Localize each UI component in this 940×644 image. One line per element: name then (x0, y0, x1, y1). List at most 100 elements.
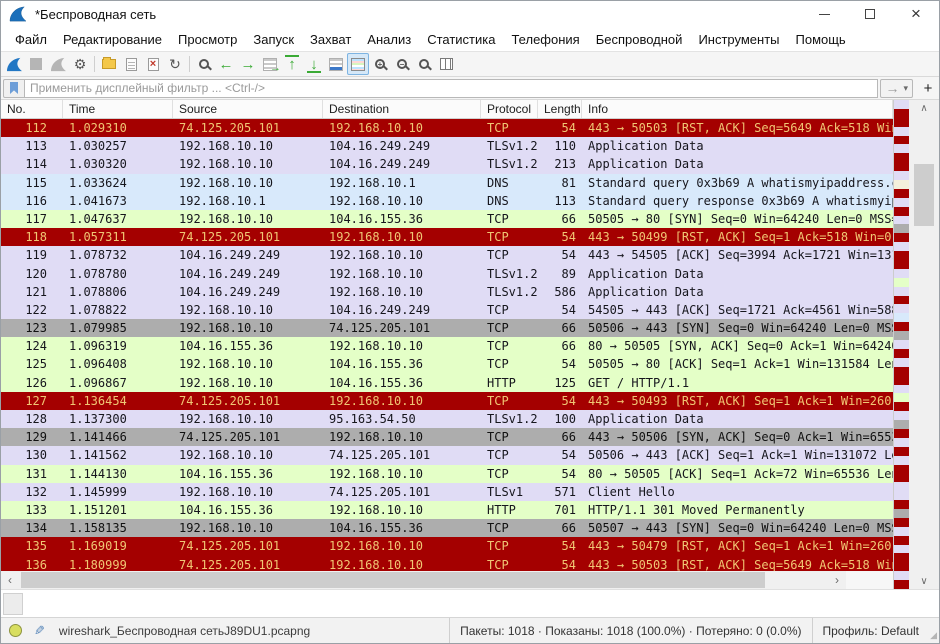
zoom-reset-button[interactable] (413, 53, 435, 75)
close-button[interactable]: × (893, 1, 939, 27)
packet-row[interactable]: 1331.151201104.16.155.36192.168.10.10HTT… (1, 501, 893, 519)
column-header-length[interactable]: Length (538, 100, 582, 118)
minimap-stripe (894, 109, 909, 118)
column-header-source[interactable]: Source (173, 100, 323, 118)
packet-row[interactable]: 1321.145999192.168.10.1074.125.205.101TL… (1, 483, 893, 501)
column-header-info[interactable]: Info (582, 100, 893, 118)
packet-row[interactable]: 1191.078732104.16.249.249192.168.10.10TC… (1, 246, 893, 264)
capture-filename[interactable]: wireshark_Беспроводная сетьJ89DU1.pcapng (59, 624, 449, 638)
packet-minimap[interactable] (893, 100, 909, 589)
packet-row[interactable]: 1311.144130104.16.155.36192.168.10.10TCP… (1, 465, 893, 483)
menu-item-9[interactable]: Инструменты (690, 29, 787, 50)
apply-filter-button[interactable]: → ▾ (880, 79, 913, 98)
reload-file-button[interactable]: ↻ (164, 53, 186, 75)
packet-cell-length: 701 (538, 501, 582, 519)
auto-scroll-button[interactable] (325, 53, 347, 75)
display-filter-input[interactable]: Применить дисплейный фильтр ... <Ctrl-/> (25, 79, 878, 98)
packet-row[interactable]: 1161.041673192.168.10.1192.168.10.10DNS1… (1, 192, 893, 210)
packet-row[interactable]: 1261.096867192.168.10.10104.16.155.36HTT… (1, 374, 893, 392)
minimap-stripe (894, 171, 909, 180)
column-header-destination[interactable]: Destination (323, 100, 481, 118)
horizontal-scrollbar[interactable]: ‹ › (1, 571, 893, 589)
menu-item-7[interactable]: Телефония (503, 29, 587, 50)
scroll-up-icon[interactable]: ∧ (909, 100, 939, 116)
colorize-button[interactable] (347, 53, 369, 75)
hscroll-thumb[interactable] (21, 572, 765, 588)
go-to-top-button[interactable]: ↑ (281, 53, 303, 75)
profile-selector[interactable]: Профиль: Default (812, 618, 930, 643)
packet-row[interactable]: 1231.079985192.168.10.1074.125.205.101TC… (1, 319, 893, 337)
menu-item-0[interactable]: Файл (7, 29, 55, 50)
minimap-stripe (894, 429, 909, 438)
resize-grip[interactable]: ◢ (929, 618, 939, 643)
column-header-row: No. Time Source Destination Protocol Len… (1, 100, 893, 119)
go-to-bottom-button[interactable]: ↓ (303, 53, 325, 75)
stop-capture-button[interactable] (25, 53, 47, 75)
packet-row[interactable]: 1131.030257192.168.10.10104.16.249.249TL… (1, 137, 893, 155)
menu-item-6[interactable]: Статистика (419, 29, 503, 50)
packet-row[interactable]: 1251.096408192.168.10.10104.16.155.36TCP… (1, 355, 893, 373)
restart-capture-button[interactable] (47, 53, 69, 75)
open-file-button[interactable] (98, 53, 120, 75)
scroll-left-icon[interactable]: ‹ (1, 571, 19, 589)
resize-columns-button[interactable] (435, 53, 457, 75)
zoom-in-button[interactable]: + (369, 53, 391, 75)
go-back-button[interactable]: ← (215, 53, 237, 75)
menu-item-4[interactable]: Захват (302, 29, 359, 50)
vertical-scrollbar[interactable]: ∧ ∨ (909, 100, 939, 589)
packet-row[interactable]: 1181.05731174.125.205.101192.168.10.10TC… (1, 228, 893, 246)
packet-row[interactable]: 1281.137300192.168.10.1095.163.54.50TLSv… (1, 410, 893, 428)
add-filter-button[interactable]: + (919, 79, 937, 98)
column-header-time[interactable]: Time (63, 100, 173, 118)
packet-row[interactable]: 1351.16901974.125.205.101192.168.10.10TC… (1, 537, 893, 555)
packet-row[interactable]: 1341.158135192.168.10.10104.16.155.36TCP… (1, 519, 893, 537)
menu-item-5[interactable]: Анализ (359, 29, 419, 50)
start-capture-button[interactable] (3, 53, 25, 75)
packet-row[interactable]: 1221.078822192.168.10.10104.16.249.249TC… (1, 301, 893, 319)
menu-item-10[interactable]: Помощь (788, 29, 854, 50)
zoom-out-icon: − (397, 59, 407, 69)
maximize-button[interactable] (847, 1, 893, 27)
packet-row[interactable]: 1211.078806104.16.249.249192.168.10.10TL… (1, 283, 893, 301)
packet-row[interactable]: 1151.033624192.168.10.10192.168.10.1DNS8… (1, 174, 893, 192)
filter-bookmark-button[interactable] (3, 79, 25, 98)
minimap-stripe (894, 465, 909, 474)
packet-cell-destination: 74.125.205.101 (323, 483, 481, 501)
capture-options-button[interactable]: ⚙ (69, 53, 91, 75)
packet-cell-info: 50507 → 443 [SYN] Seq=0 Win=64240 Len=0 … (582, 519, 893, 537)
packet-cell-length: 89 (538, 265, 582, 283)
packet-row[interactable]: 1171.047637192.168.10.10104.16.155.36TCP… (1, 210, 893, 228)
pane-handle[interactable] (3, 593, 23, 615)
go-to-packet-button[interactable]: → (259, 53, 281, 75)
packet-cell-info: Application Data (582, 137, 893, 155)
find-packet-button[interactable] (193, 53, 215, 75)
toolbar-separator (189, 56, 190, 72)
expert-info-icon[interactable] (9, 624, 22, 637)
capture-comment-icon[interactable]: ✎ (34, 623, 45, 639)
scroll-down-icon[interactable]: ∨ (909, 573, 939, 589)
packet-row[interactable]: 1141.030320192.168.10.10104.16.249.249TL… (1, 155, 893, 173)
packet-cell-destination: 104.16.249.249 (323, 155, 481, 173)
column-header-protocol[interactable]: Protocol (481, 100, 538, 118)
packet-row[interactable]: 1201.078780104.16.249.249192.168.10.10TL… (1, 265, 893, 283)
save-file-button[interactable] (120, 53, 142, 75)
packet-row[interactable]: 1361.18099974.125.205.101192.168.10.10TC… (1, 556, 893, 572)
close-file-button[interactable]: × (142, 53, 164, 75)
packet-row[interactable]: 1301.141562192.168.10.1074.125.205.101TC… (1, 446, 893, 464)
packet-cell-info: Standard query response 0x3b69 A whatism… (582, 192, 893, 210)
packet-row[interactable]: 1271.13645474.125.205.101192.168.10.10TC… (1, 392, 893, 410)
packet-row[interactable]: 1291.14146674.125.205.101192.168.10.10TC… (1, 428, 893, 446)
zoom-out-button[interactable]: − (391, 53, 413, 75)
menu-item-2[interactable]: Просмотр (170, 29, 245, 50)
packet-row[interactable]: 1121.02931074.125.205.101192.168.10.10TC… (1, 119, 893, 137)
scroll-right-icon[interactable]: › (828, 571, 846, 589)
minimize-button[interactable] (801, 1, 847, 27)
column-header-no[interactable]: No. (1, 100, 63, 118)
packet-row[interactable]: 1241.096319104.16.155.36192.168.10.10TCP… (1, 337, 893, 355)
menu-item-1[interactable]: Редактирование (55, 29, 170, 50)
menu-item-8[interactable]: Беспроводной (588, 29, 691, 50)
menu-item-3[interactable]: Запуск (245, 29, 302, 50)
colorize-icon (351, 58, 365, 71)
go-forward-button[interactable]: → (237, 53, 259, 75)
vscroll-thumb[interactable] (914, 164, 934, 226)
